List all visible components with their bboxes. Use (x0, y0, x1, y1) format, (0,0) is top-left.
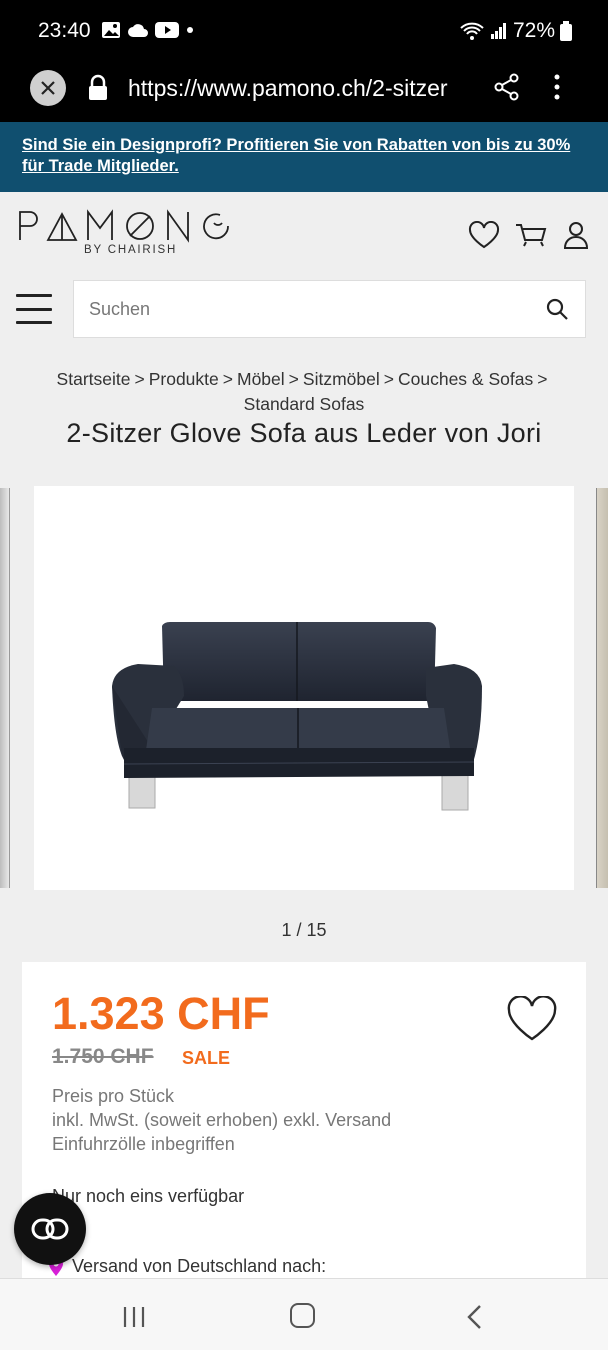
status-notification-icons (101, 20, 195, 40)
price-info-line: inkl. MwSt. (soweit erhoben) exkl. Versa… (52, 1110, 392, 1130)
breadcrumb-separator: > (134, 369, 145, 389)
breadcrumb: Startseite > Produkte > Möbel > Sitzmöbel > Couc… (0, 367, 608, 417)
chat-button[interactable] (14, 1193, 86, 1265)
breadcrumb-separator: > (288, 369, 299, 389)
breadcrumb-item-sitzmoebel[interactable]: Sitzmöbel (303, 369, 380, 389)
more-options-icon[interactable] (552, 72, 562, 102)
header-icons (468, 220, 590, 250)
system-navigation-bar (0, 1278, 608, 1350)
menu-line (16, 307, 52, 311)
cloud-icon (128, 24, 148, 37)
breadcrumb-separator: > (383, 369, 394, 389)
dot-icon (187, 27, 193, 33)
pamono-logo[interactable] (18, 208, 234, 244)
breadcrumb-item-standard-sofas[interactable]: Standard Sofas (244, 394, 365, 414)
current-price: 1.323 CHF (52, 988, 270, 1039)
availability-text: Nur noch eins verfügbar (52, 1186, 245, 1206)
breadcrumb-item-produkte[interactable]: Produkte (149, 369, 219, 389)
account-user-icon[interactable] (562, 220, 590, 250)
lock-icon[interactable] (88, 74, 108, 102)
price-info-line: Preis pro Stück (52, 1086, 175, 1106)
product-image[interactable] (34, 486, 574, 890)
back-icon[interactable] (466, 1304, 482, 1330)
status-bar: 23:40 72% (0, 0, 608, 60)
trade-promo-banner: Sind Sie ein Designprofi? Profitieren Si… (0, 122, 608, 192)
close-tab-button[interactable] (30, 70, 66, 106)
url-field[interactable]: https://www.pamono.ch/2-sitzer (128, 75, 448, 102)
share-icon[interactable] (494, 73, 520, 101)
home-button[interactable] (290, 1303, 315, 1328)
next-image-peek[interactable] (596, 488, 608, 888)
breadcrumb-separator: > (537, 369, 548, 389)
signal-icon (490, 23, 506, 39)
original-price: 1.750 CHF (52, 1045, 154, 1068)
close-icon (41, 81, 55, 95)
browser-toolbar: https://www.pamono.ch/2-sitzer (0, 60, 608, 122)
breadcrumb-separator: > (222, 369, 233, 389)
trade-promo-link[interactable]: Sind Sie ein Designprofi? Profitieren Si… (22, 135, 586, 177)
recent-apps-icon[interactable] (122, 1306, 146, 1328)
wishlist-heart-icon[interactable] (506, 996, 558, 1042)
shipping-text: Versand von Deutschland nach: (72, 1256, 327, 1276)
gallery-icon (102, 22, 120, 38)
breadcrumb-item-startseite[interactable]: Startseite (57, 369, 131, 389)
logo-subtitle: BY CHAIRISH (84, 244, 178, 256)
cart-icon[interactable] (514, 221, 548, 249)
chat-icon (31, 1218, 69, 1240)
hamburger-menu-button[interactable] (16, 294, 52, 324)
menu-line (16, 321, 52, 324)
sofa-image (112, 622, 482, 811)
site-header: BY CHAIRISH (0, 192, 608, 280)
status-time: 23:40 (38, 19, 91, 42)
shipping-row: Versand von Deutschland nach: (48, 1256, 326, 1277)
breadcrumb-item-couches-sofas[interactable]: Couches & Sofas (398, 369, 533, 389)
status-right: 72% (459, 19, 572, 43)
price-info-line: Einfuhrzölle inbegriffen (52, 1134, 235, 1154)
product-title: 2-Sitzer Glove Sofa aus Leder von Jori (66, 418, 542, 448)
youtube-icon (155, 22, 179, 38)
battery-icon (560, 21, 572, 41)
sale-badge: SALE (182, 1048, 231, 1068)
favorites-heart-icon[interactable] (468, 221, 500, 249)
price-card: 1.323 CHF 1.750 CHF SALE Preis pro Stück… (22, 962, 586, 1292)
wifi-icon (460, 22, 484, 40)
search-box (73, 280, 586, 338)
search-input[interactable] (74, 281, 524, 337)
image-counter: 1 / 15 (281, 920, 327, 940)
breadcrumb-item-moebel[interactable]: Möbel (237, 369, 285, 389)
menu-line (16, 294, 52, 297)
price-info: Preis pro Stück inkl. MwSt. (soweit erho… (52, 1084, 391, 1156)
battery-percent: 72% (512, 19, 555, 42)
previous-image-peek[interactable] (0, 488, 10, 888)
search-icon[interactable] (545, 297, 569, 321)
